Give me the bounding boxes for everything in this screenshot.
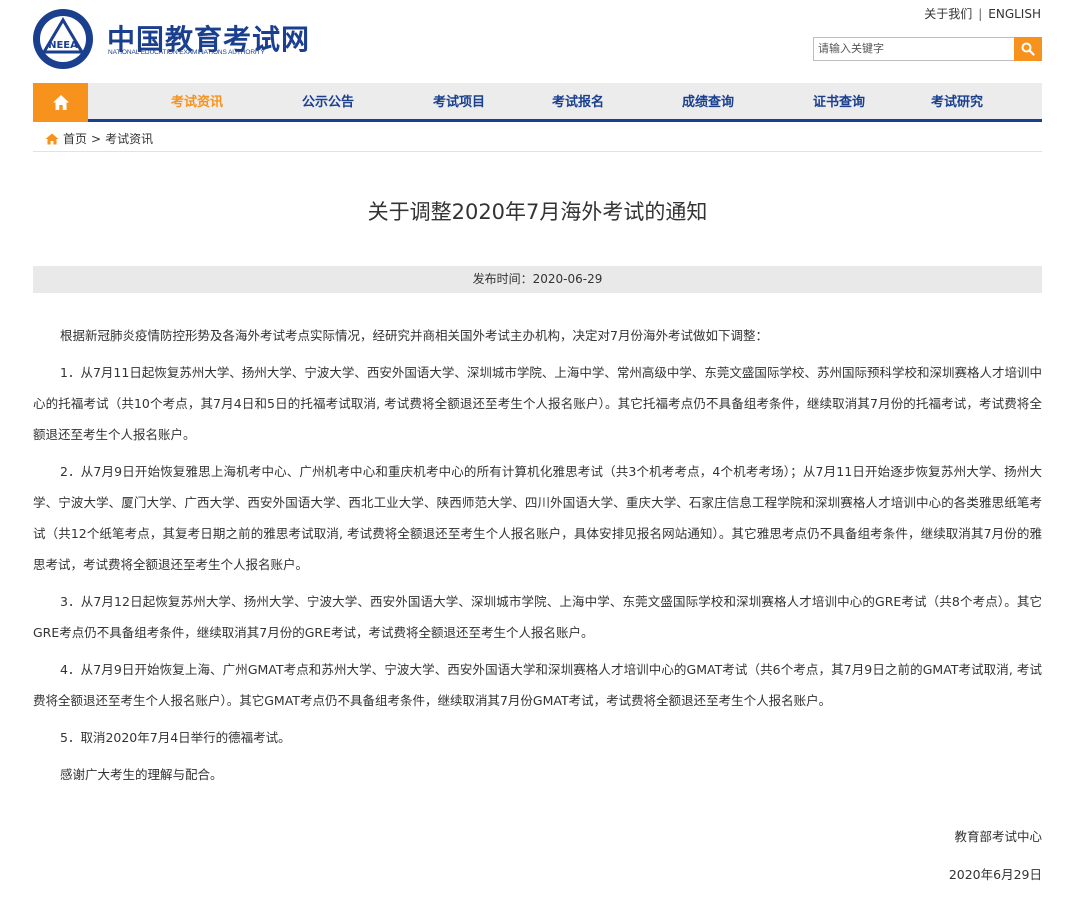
breadcrumb: 首页 > 考试资讯 [45, 130, 153, 147]
intro-paragraph: 根据新冠肺炎疫情防控形势及各海外考试考点实际情况，经研究并商相关国外考试主办机构… [60, 328, 768, 343]
search-box: 请输入关键字 [813, 37, 1042, 61]
search-icon [1021, 42, 1035, 56]
nav-home-button[interactable] [33, 83, 88, 122]
breadcrumb-current[interactable]: 考试资讯 [105, 130, 153, 147]
publish-date-bar: 发布时间：2020-06-29 [33, 266, 1042, 293]
english-link[interactable]: ENGLISH [988, 7, 1041, 21]
nav-item-score-query[interactable]: 成绩查询 [682, 83, 734, 122]
testdaf-paragraph: 5．取消2020年7月4日举行的德福考试。 [60, 730, 291, 745]
nav-item-exam-news[interactable]: 考试资讯 [171, 83, 223, 122]
breadcrumb-separator: > [91, 131, 102, 146]
home-icon [45, 133, 59, 144]
breadcrumb-divider [33, 151, 1042, 152]
gmat-paragraph: 4．从7月9日开始恢复上海、广州GMAT考点和苏州大学、宁波大学、西安外国语大学… [33, 662, 1042, 708]
toefl-paragraph: 1．从7月11日起恢复苏州大学、扬州大学、宁波大学、西安外国语大学、深圳城市学院… [33, 365, 1042, 442]
nav-item-registration[interactable]: 考试报名 [552, 83, 604, 122]
neea-logo[interactable]: NEEA [32, 8, 94, 70]
top-links-separator: | [978, 7, 983, 21]
about-us-link[interactable]: 关于我们 [924, 5, 972, 22]
top-links: 关于我们 | ENGLISH [924, 5, 1041, 22]
search-input[interactable]: 请输入关键字 [813, 37, 1014, 61]
home-icon [52, 95, 69, 110]
nav-item-exam-research[interactable]: 考试研究 [931, 83, 983, 122]
thanks-paragraph: 感谢广大考生的理解与配合。 [60, 767, 223, 782]
signature: 教育部考试中心 [954, 829, 1042, 844]
signature-date: 2020年6月29日 [948, 867, 1042, 882]
logo-text: NEEA [48, 40, 78, 51]
breadcrumb-home-link[interactable]: 首页 [63, 130, 87, 147]
site-subtitle: NATIONAL EDUCATION EXAMINATIONS AUTHORIT… [108, 49, 265, 56]
nav-item-certificate-query[interactable]: 证书查询 [813, 83, 865, 122]
gre-paragraph: 3．从7月12日起恢复苏州大学、扬州大学、宁波大学、西安外国语大学、深圳城市学院… [33, 594, 1042, 640]
article-body: 根据新冠肺炎疫情防控形势及各海外考试考点实际情况，经研究并商相关国外考试主办机构… [33, 320, 1042, 796]
main-nav: 考试资讯 公示公告 考试项目 考试报名 成绩查询 证书查询 考试研究 [33, 83, 1042, 122]
nav-item-exam-programs[interactable]: 考试项目 [433, 83, 485, 122]
search-button[interactable] [1014, 37, 1042, 61]
nav-item-announcements[interactable]: 公示公告 [302, 83, 354, 122]
ielts-paragraph: 2．从7月9日开始恢复雅思上海机考中心、广州机考中心和重庆机考中心的所有计算机化… [33, 464, 1042, 572]
article-title: 关于调整2020年7月海外考试的通知 [367, 200, 708, 224]
